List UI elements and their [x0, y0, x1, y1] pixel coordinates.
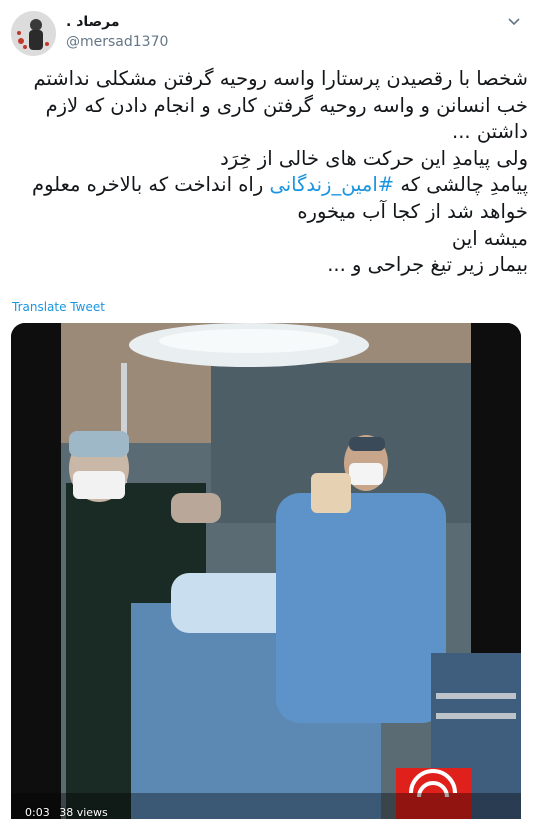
author-display-name[interactable]: مرصاد .	[66, 14, 120, 30]
tweet-line: ولی پیامدِ این حرکت های خالی از خِرَد	[220, 146, 528, 170]
tweet-line: شخصا با رقصیدن پرستارا واسه روحیه گرفتن …	[33, 67, 528, 90]
video-views: 38 views	[59, 806, 108, 819]
tweet-line: خب انسانن و واسه روحیه گرفتن کاری و انجا…	[45, 93, 528, 117]
avatar[interactable]	[11, 11, 56, 56]
tweet-line: داشتن ...	[452, 120, 528, 144]
tweet-menu-caret[interactable]	[504, 12, 524, 32]
avatar-image	[11, 11, 56, 56]
translate-tweet-link[interactable]: Translate Tweet	[12, 300, 105, 314]
video-meta: 0:03 38 views	[25, 806, 114, 819]
chevron-down-icon	[508, 18, 520, 26]
tweet-card: مرصاد . @mersad1370 شخصا با رقصیدن پرستا…	[0, 0, 540, 819]
video-frame	[11, 323, 521, 819]
tweet-line: خواهد شد از کجا آب میخوره	[297, 199, 528, 223]
tweet-line: پیامدِ چالشی که #امین_زندگانی راه انداخت…	[8, 172, 528, 199]
tweet-line: میشه این	[451, 226, 528, 250]
tweet-text-segment: راه انداخت که بالاخره معلوم	[32, 173, 270, 197]
tweet-text-segment: پیامدِ چالشی که	[394, 173, 528, 197]
author-handle[interactable]: @mersad1370	[66, 34, 168, 50]
video-time: 0:03	[25, 806, 50, 819]
video-player[interactable]	[11, 323, 521, 819]
hashtag-link[interactable]: #امین_زندگانی	[269, 173, 394, 196]
tweet-line: بیمار زیر تیغ جراحی و ...	[327, 253, 528, 277]
tweet-text: شخصا با رقصیدن پرستارا واسه روحیه گرفتن …	[8, 66, 528, 279]
